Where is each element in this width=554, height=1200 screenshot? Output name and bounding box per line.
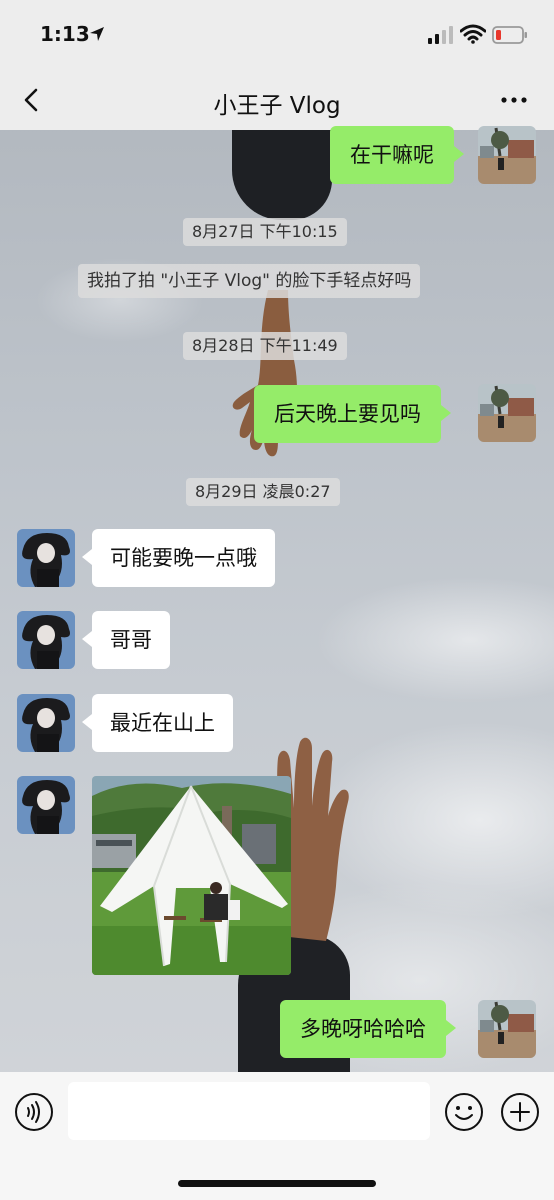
message-bubble-incoming[interactable]: 可能要晚一点哦: [82, 529, 275, 587]
emoji-icon[interactable]: [444, 1092, 484, 1132]
chat-header: 小王子 Vlog: [0, 70, 554, 130]
location-arrow-icon: [90, 27, 104, 41]
home-indicator[interactable]: [178, 1180, 376, 1187]
timestamp: 8月28日 下午11:49: [183, 332, 347, 360]
my-avatar[interactable]: [478, 384, 536, 442]
message-input[interactable]: [68, 1082, 430, 1140]
wallpaper-hand-top: [232, 290, 297, 457]
message-bubble-outgoing[interactable]: 多晚呀哈哈哈: [280, 1000, 456, 1058]
timestamp: 8月27日 下午10:15: [183, 218, 347, 246]
message-bubble-outgoing[interactable]: 在干嘛呢: [330, 126, 464, 184]
contact-avatar[interactable]: [17, 776, 75, 834]
status-time: 1:13: [40, 22, 90, 46]
contact-avatar[interactable]: [17, 611, 75, 669]
status-bar: 1:13: [0, 0, 554, 70]
contact-avatar[interactable]: [17, 694, 75, 752]
message-bubble-outgoing[interactable]: 后天晚上要见吗: [254, 385, 451, 443]
voice-icon[interactable]: [14, 1092, 54, 1132]
wifi-icon: [460, 24, 486, 44]
contact-avatar[interactable]: [17, 529, 75, 587]
timestamp: 8月29日 凌晨0:27: [186, 478, 340, 506]
message-bubble-incoming[interactable]: 哥哥: [82, 611, 170, 669]
cellular-signal-icon: [428, 26, 453, 44]
message-bubble-incoming[interactable]: 最近在山上: [82, 694, 233, 752]
image-message-tent-photo[interactable]: [92, 776, 291, 975]
my-avatar[interactable]: [478, 126, 536, 184]
more-dots-icon[interactable]: [496, 86, 532, 114]
battery-low-icon: [492, 26, 527, 44]
chat-title: 小王子 Vlog: [213, 93, 341, 119]
plus-icon[interactable]: [500, 1092, 540, 1132]
system-message: 我拍了拍 "小王子 Vlog" 的脸下手轻点好吗: [78, 264, 421, 298]
my-avatar[interactable]: [478, 1000, 536, 1058]
